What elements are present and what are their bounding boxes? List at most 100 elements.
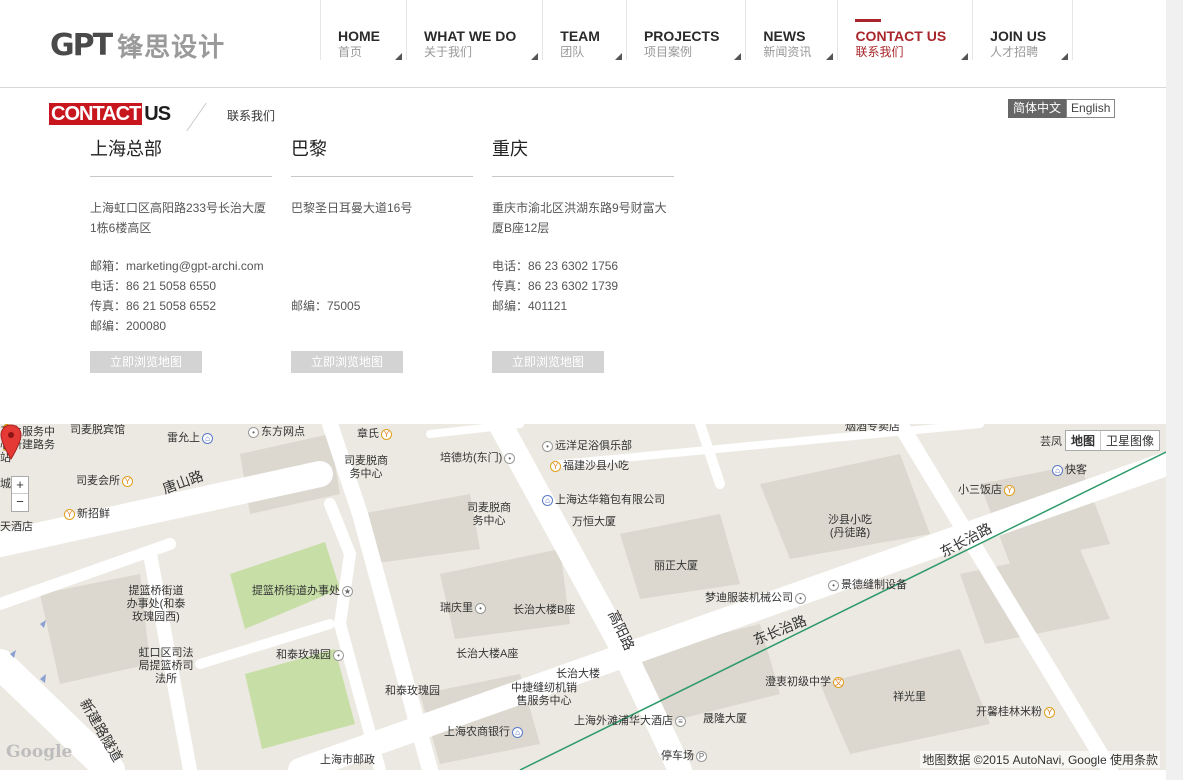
parking-icon: P — [696, 750, 707, 762]
bank-icon: ⌂ — [542, 494, 553, 506]
map-label: 雷允上 ⌂ — [167, 432, 215, 445]
map-label-text: 章氏 — [357, 428, 379, 440]
map-label-text: 培德坊(东门) — [440, 452, 503, 464]
view-map-button[interactable]: 立即浏览地图 — [492, 351, 604, 373]
map-label: 长治大楼A座 — [456, 648, 519, 660]
office-phone — [291, 276, 473, 296]
nav-label: WHAT WE DO — [424, 28, 517, 44]
bar-icon: Y — [122, 475, 133, 487]
corner-icon — [961, 53, 969, 60]
map-attribution[interactable]: 地图数据 ©2015 AutoNavi, Google 使用条款 — [920, 751, 1160, 768]
map-label: 万恒大厦 — [572, 516, 616, 528]
nav-home[interactable]: HOME 首页 — [320, 0, 406, 60]
contact-us-heading: CONTACT US — [49, 103, 171, 125]
nav-label: NEWS — [763, 28, 806, 44]
zoom-control: + − — [11, 476, 29, 512]
map-label: 虹口区司法局提篮桥司法所 — [138, 647, 194, 685]
map-label: 上海市邮政 — [320, 754, 375, 766]
map-label-text: 东方网点 — [261, 426, 305, 438]
lang-en-button[interactable]: English — [1066, 99, 1116, 118]
scrollbar-track[interactable] — [1166, 0, 1183, 780]
nav-what-we-do[interactable]: WHAT WE DO 关于我们 — [406, 0, 542, 60]
view-map-button[interactable]: 立即浏览地图 — [90, 351, 202, 373]
government-icon: ★ — [342, 585, 353, 597]
office-address: 上海虹口区高阳路233号长治大厦1栋6楼高区 — [90, 201, 267, 235]
page: GPT 锋思设计 HOME 首页 WHAT WE DO 关于我们 TEAM 团队… — [0, 0, 1183, 780]
map-label: ⌂ 快客 — [1050, 464, 1087, 477]
map-label: 梦迪服装机械公司 • — [705, 592, 808, 605]
map-label: 提篮桥街道办事处(和泰玫瑰园西) — [126, 585, 186, 623]
map-label: • 东方网点 — [246, 426, 305, 439]
poi-icon: • — [795, 592, 806, 604]
zoom-in-button[interactable]: + — [12, 477, 28, 494]
office-address: 巴黎圣日耳曼大道16号 — [291, 201, 413, 215]
map-label: 晟隆大厦 — [703, 713, 747, 725]
map-label: 司麦脱商务中心 — [344, 455, 388, 480]
view-map-button[interactable]: 立即浏览地图 — [291, 351, 403, 373]
nav-sublabel: 关于我们 — [424, 45, 473, 59]
office-extra — [492, 316, 674, 336]
map-label: ⌂ 上海达华箱包有限公司 — [540, 494, 665, 507]
map-label-text: 和泰玫瑰园 — [276, 649, 331, 661]
map-label-text: 提篮桥街道办事处 — [252, 585, 340, 597]
map-type-map-button[interactable]: 地图 — [1066, 431, 1101, 450]
bank-icon: ⌂ — [202, 432, 213, 444]
nav-projects[interactable]: PROJECTS 项目案例 — [625, 0, 745, 60]
nav-label: PROJECTS — [643, 28, 720, 44]
map-label: 停车场 P — [661, 750, 709, 763]
poi-icon: • — [504, 452, 516, 464]
lang-zh-button[interactable]: 简体中文 — [1008, 99, 1067, 118]
map-label: 澄衷初级中学文 — [765, 676, 846, 689]
brand-logo[interactable]: GPT 锋思设计 — [50, 28, 225, 63]
map-label: 章氏 Y — [357, 428, 394, 441]
site-header: GPT 锋思设计 HOME 首页 WHAT WE DO 关于我们 TEAM 团队… — [0, 0, 1166, 88]
nav-sublabel: 人才招聘 — [990, 45, 1039, 59]
office-phone: 电话：86 21 5058 6550 — [90, 279, 217, 293]
map-label: • 远洋足浴俱乐部 — [540, 440, 632, 453]
map-label-text: 梦迪服装机械公司 — [705, 592, 793, 604]
poi-icon: • — [542, 440, 553, 452]
contact-heading-cn: 联系我们 — [227, 109, 276, 123]
map-type-satellite-button[interactable]: 卫星图像 — [1101, 431, 1159, 450]
map-label: 芸凤 — [1040, 436, 1062, 448]
map-label: 上海农商银行 ⌂ — [444, 726, 525, 739]
corner-icon — [531, 53, 539, 60]
map-label: 提篮桥街道办事处 ★ — [252, 585, 355, 598]
office-extra — [291, 316, 473, 336]
nav-team[interactable]: TEAM 团队 — [542, 0, 626, 60]
map-marker-icon[interactable] — [0, 424, 22, 460]
nav-sublabel: 项目案例 — [643, 45, 692, 59]
office-zip: 邮编：401121 — [492, 299, 568, 313]
map-label: 中捷缝纫机销售服务中心 — [511, 682, 577, 707]
map-label: • 景德缝制设备 — [826, 579, 907, 592]
map-label-text: 停车场 — [661, 750, 694, 762]
map-label: 小三饭店 Y — [958, 484, 1017, 497]
map-label-text: 雷允上 — [167, 432, 200, 444]
map-label: 司麦脱商务中心 — [467, 502, 511, 527]
map-label-text: 远洋足浴俱乐部 — [555, 440, 632, 452]
nav-contact-us[interactable]: CONTACT US 联系我们 — [837, 0, 972, 60]
office-paris: 巴黎 巴黎圣日耳曼大道16号 邮编：75005 立即浏览地图 — [291, 138, 473, 373]
corner-icon — [395, 53, 402, 60]
nav-news[interactable]: NEWS 新闻资讯 — [745, 0, 837, 60]
restaurant-icon: Y — [64, 508, 75, 520]
zoom-out-button[interactable]: − — [12, 494, 28, 511]
nav-label: TEAM — [560, 28, 600, 44]
map-label-text: 小三饭店 — [958, 484, 1002, 496]
office-fax: 传真：86 23 6302 1739 — [492, 279, 619, 293]
map-label-text: 新招鲜 — [77, 508, 110, 520]
google-map[interactable]: + − 地图 卫星图像 司麦脱宾馆 雷允上 ⌂ • 东方网点 章氏 Y 培德坊(东门)… — [0, 424, 1166, 770]
restaurant-icon: Y — [1044, 706, 1055, 718]
bank-icon: ⌂ — [512, 726, 523, 738]
map-label-text: 澄衷初级中学 — [765, 676, 831, 688]
nav-sublabel: 团队 — [560, 45, 585, 59]
poi-icon: • — [333, 649, 344, 661]
map-label-text: 司麦会所 — [76, 475, 120, 487]
map-label: Y 福建沙县小吃 — [548, 460, 629, 473]
office-zip: 邮编：75005 — [291, 299, 361, 313]
nav-sublabel: 联系我们 — [855, 45, 904, 59]
map-label: 长治大楼B座 — [513, 604, 576, 616]
map-label: 培德坊(东门) • — [440, 452, 517, 465]
nav-join-us[interactable]: JOIN US 人才招聘 — [972, 0, 1074, 60]
map-label: 城 — [0, 478, 11, 490]
